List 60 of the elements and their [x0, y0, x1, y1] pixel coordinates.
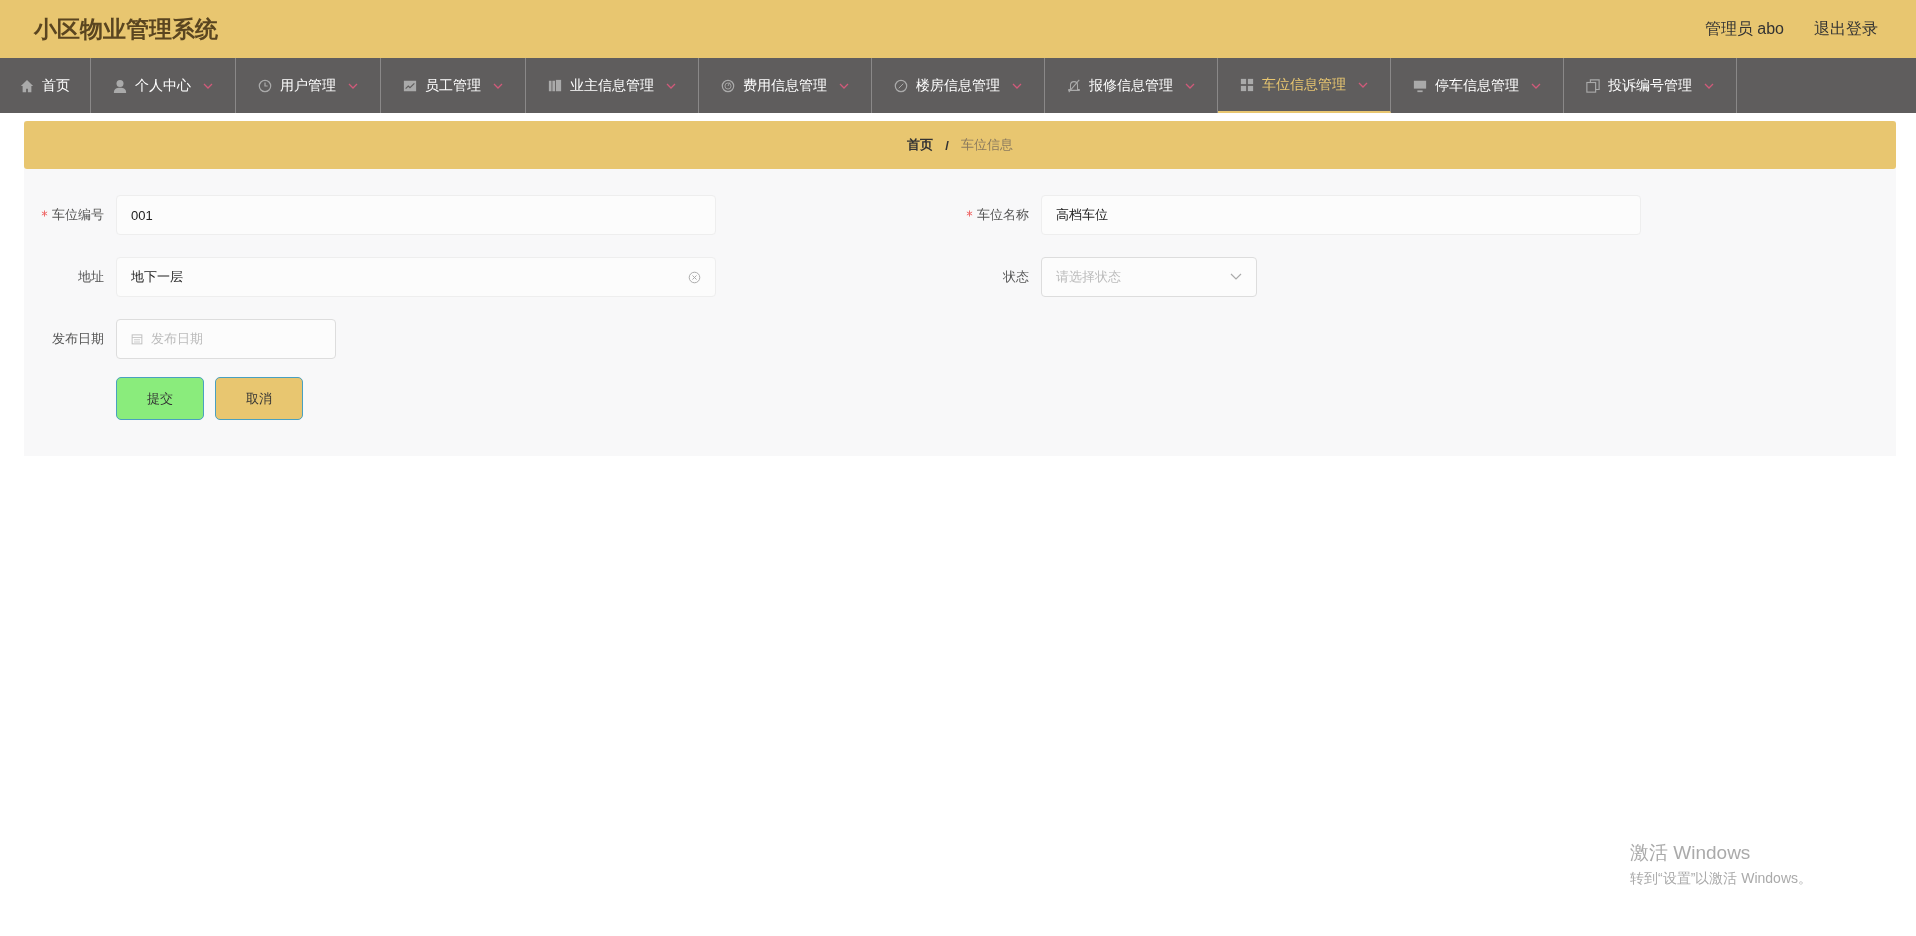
monitor-icon: [1413, 78, 1427, 93]
logout-link[interactable]: 退出登录: [1814, 18, 1878, 40]
caret-icon: [839, 82, 849, 89]
caret-icon: [1012, 82, 1022, 89]
text-field[interactable]: 高档车位: [1041, 195, 1641, 235]
field-value: 高档车位: [1056, 206, 1109, 224]
home-icon: [20, 78, 34, 93]
nav-tab[interactable]: 车位信息管理: [1218, 58, 1391, 113]
nav-tab[interactable]: 投诉编号管理: [1564, 58, 1737, 113]
caret-icon: [348, 82, 358, 89]
activation-text: 转到“设置”以激活 Windows。: [1630, 870, 1812, 888]
caret-icon: [203, 82, 213, 89]
field-label: 车位名称: [949, 206, 1041, 224]
text-field[interactable]: 001: [116, 195, 716, 235]
person-icon: [113, 78, 127, 93]
clear-icon: [688, 270, 701, 284]
grid-icon: [1240, 77, 1254, 92]
field-label: 车位编号: [24, 206, 116, 224]
breadcrumb-item[interactable]: 首页: [907, 136, 934, 154]
caret-icon: [493, 82, 503, 89]
text-field[interactable]: 地下一层: [116, 257, 716, 297]
placeholder-text: 请选择状态: [1056, 268, 1121, 286]
field-value: 地下一层: [131, 268, 184, 286]
nav-tab[interactable]: 员工管理: [381, 58, 526, 113]
breadcrumb-separator: /: [945, 137, 949, 153]
nav-tab[interactable]: 个人中心: [91, 58, 236, 113]
asterisk-icon: [966, 210, 973, 217]
placeholder-text: 发布日期: [151, 330, 203, 348]
cancel-button[interactable]: 取消: [215, 377, 303, 420]
caret-icon: [1358, 81, 1368, 88]
caret-icon: [1531, 82, 1541, 89]
nav-tab[interactable]: 用户管理: [236, 58, 381, 113]
chevron-down-icon: [1230, 273, 1242, 281]
gauge-icon: [721, 78, 735, 93]
nav-tab[interactable]: 费用信息管理: [699, 58, 872, 113]
chart-icon: [403, 78, 417, 93]
calendar-icon: [131, 333, 143, 345]
app-title: 小区物业管理系统: [34, 14, 219, 44]
breadcrumb-item: 车位信息: [960, 136, 1013, 154]
bell-off-icon: [1067, 78, 1081, 93]
activation-title: 激活 Windows: [1630, 841, 1752, 865]
books-icon: [548, 78, 562, 93]
user-name: 管理员 abo: [1704, 18, 1784, 39]
field-value: 001: [131, 207, 154, 223]
field-label: 状态: [1002, 268, 1030, 286]
caret-icon: [666, 82, 676, 89]
compass-icon: [894, 78, 908, 93]
nav-tab[interactable]: 停车信息管理: [1391, 58, 1564, 113]
nav-tab[interactable]: 楼房信息管理: [872, 58, 1045, 113]
caret-icon: [1185, 82, 1195, 89]
nav-tab[interactable]: 报修信息管理: [1045, 58, 1218, 113]
copy-icon: [1586, 78, 1600, 93]
caret-icon: [1704, 82, 1714, 89]
clock-icon: [258, 78, 272, 93]
submit-button[interactable]: 提交: [116, 377, 204, 420]
asterisk-icon: [41, 210, 48, 217]
field-label: 发布日期: [51, 330, 105, 348]
nav-tab[interactable]: 业主信息管理: [526, 58, 699, 113]
nav-tab[interactable]: 首页: [0, 58, 91, 113]
field-label: 地址: [77, 268, 105, 286]
